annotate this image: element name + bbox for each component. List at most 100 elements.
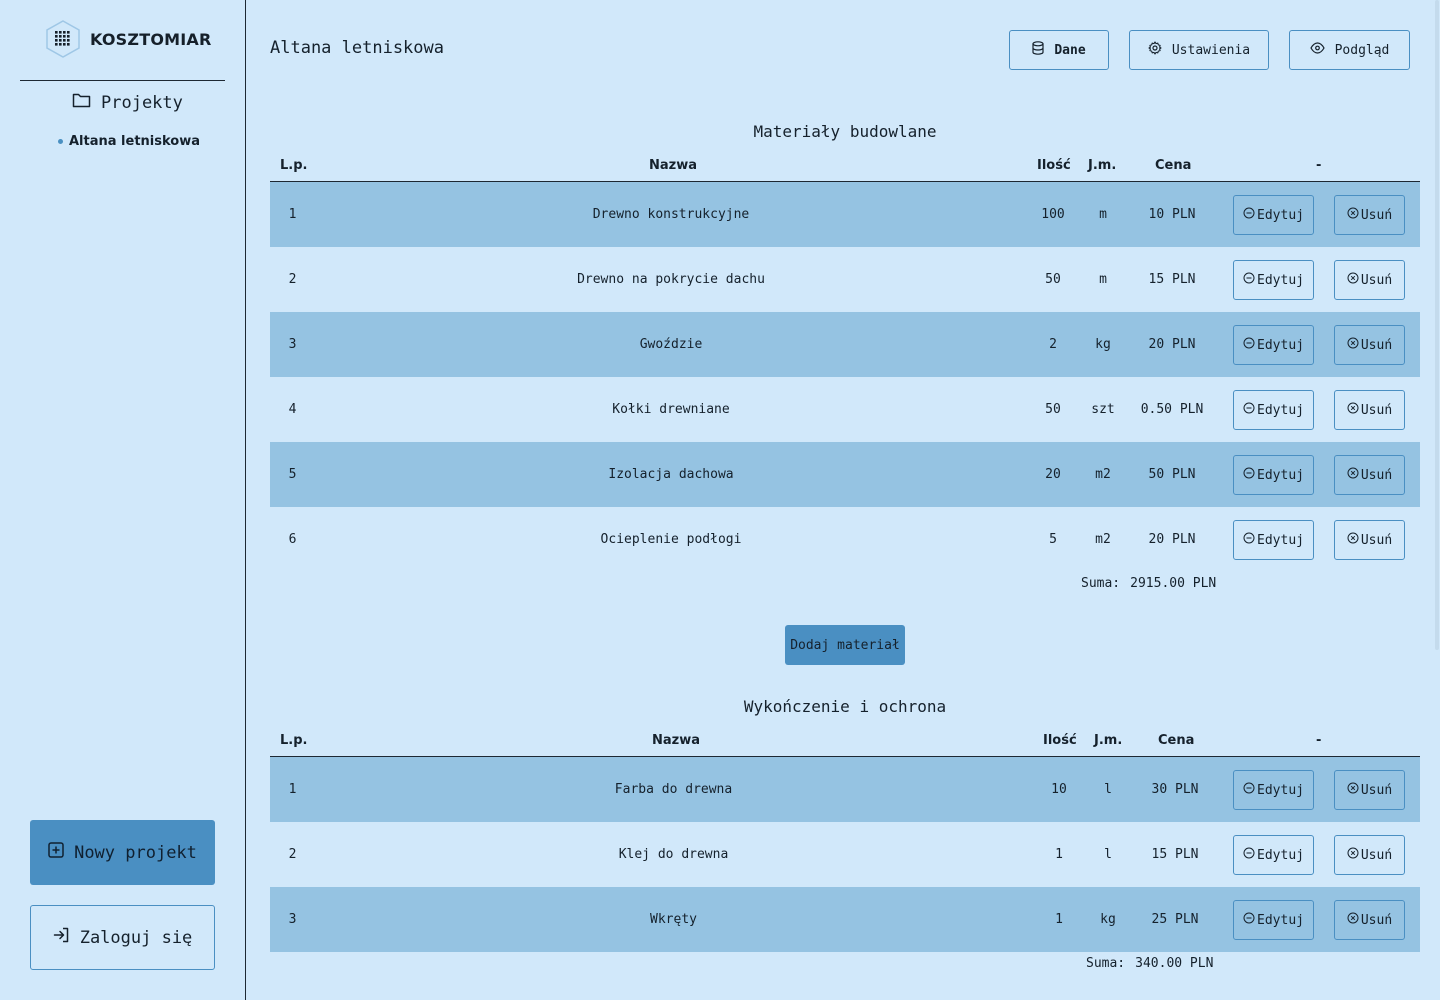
settings-button[interactable]: Ustawienia <box>1129 30 1269 70</box>
sum-label: Suma: <box>1086 956 1126 971</box>
section-title-materials: Materiały budowlane <box>753 122 937 141</box>
close-circle-icon <box>1347 402 1359 418</box>
cell-price: 20 PLN <box>1148 337 1196 352</box>
new-project-label: Nowy projekt <box>74 842 197 863</box>
edit-button[interactable]: Edytuj <box>1233 770 1314 810</box>
edit-button[interactable]: Edytuj <box>1233 195 1314 235</box>
edit-button[interactable]: Edytuj <box>1233 260 1314 300</box>
cell-qty: 10 <box>1051 782 1067 797</box>
edit-button[interactable]: Edytuj <box>1233 900 1314 940</box>
header-lp: L.p. <box>280 158 308 173</box>
edit-label: Edytuj <box>1257 337 1304 353</box>
cell-lp: 2 <box>288 847 297 862</box>
edit-label: Edytuj <box>1257 272 1304 288</box>
cell-unit: szt <box>1091 402 1115 417</box>
delete-label: Usuń <box>1360 402 1393 418</box>
sidebar-item-projects[interactable]: Projekty <box>72 92 183 113</box>
cell-price: 10 PLN <box>1148 207 1196 222</box>
cell-lp: 3 <box>288 337 297 352</box>
sidebar-item-label: Projekty <box>101 92 183 113</box>
edit-button[interactable]: Edytuj <box>1233 455 1314 495</box>
scrollbar[interactable] <box>1434 0 1440 1000</box>
cell-qty: 50 <box>1045 272 1061 287</box>
delete-button[interactable]: Usuń <box>1334 260 1405 300</box>
bullet-icon <box>58 139 63 144</box>
cell-unit: l <box>1104 847 1112 862</box>
edit-label: Edytuj <box>1257 912 1304 928</box>
cell-unit: m2 <box>1095 532 1111 547</box>
folder-icon <box>72 92 91 113</box>
table-row: 2 Klej do drewna 1 l 15 PLN Edytuj Usuń <box>270 822 1420 887</box>
cell-qty: 20 <box>1045 467 1061 482</box>
close-circle-icon <box>1347 272 1359 288</box>
scrollbar-thumb[interactable] <box>1435 0 1439 650</box>
sidebar: KOSZTOMIAR Projekty Altana letniskowa No… <box>0 0 246 1000</box>
cell-lp: 1 <box>288 782 297 797</box>
delete-button[interactable]: Usuń <box>1334 900 1405 940</box>
database-icon <box>1032 41 1044 59</box>
delete-label: Usuń <box>1360 782 1393 798</box>
delete-button[interactable]: Usuń <box>1334 455 1405 495</box>
preview-button[interactable]: Podgląd <box>1289 30 1410 70</box>
data-button-label: Dane <box>1054 42 1086 58</box>
table-row: 2 Drewno na pokrycie dachu 50 m 15 PLN E… <box>270 247 1420 312</box>
edit-circle-icon <box>1243 912 1255 928</box>
cell-name: Ocieplenie podłogi <box>600 532 742 547</box>
delete-label: Usuń <box>1360 467 1393 483</box>
delete-button[interactable]: Usuń <box>1334 195 1405 235</box>
close-circle-icon <box>1347 207 1359 223</box>
new-project-button[interactable]: Nowy projekt <box>30 820 215 885</box>
grid-hexagon-icon <box>44 20 82 58</box>
edit-button[interactable]: Edytuj <box>1233 390 1314 430</box>
edit-button[interactable]: Edytuj <box>1233 325 1314 365</box>
cell-qty: 1 <box>1055 847 1063 862</box>
edit-button[interactable]: Edytuj <box>1233 835 1314 875</box>
sidebar-divider <box>20 80 225 81</box>
edit-circle-icon <box>1243 207 1255 223</box>
cell-unit: kg <box>1095 337 1111 352</box>
edit-circle-icon <box>1243 532 1255 548</box>
edit-circle-icon <box>1243 337 1255 353</box>
sum-value: 2915.00 PLN <box>1130 576 1217 591</box>
edit-label: Edytuj <box>1257 847 1304 863</box>
header-price: Cena <box>1155 158 1192 173</box>
header-unit: J.m. <box>1088 158 1117 173</box>
delete-label: Usuń <box>1360 207 1393 223</box>
table-row: 3 Wkręty 1 kg 25 PLN Edytuj Usuń <box>270 887 1420 952</box>
cell-lp: 5 <box>288 467 297 482</box>
delete-label: Usuń <box>1360 272 1393 288</box>
edit-button[interactable]: Edytuj <box>1233 520 1314 560</box>
cell-qty: 5 <box>1049 532 1057 547</box>
login-button[interactable]: Zaloguj się <box>30 905 215 970</box>
delete-button[interactable]: Usuń <box>1334 325 1405 365</box>
table-header: L.p. Nazwa Ilość J.m. Cena - <box>270 158 1420 182</box>
cell-name: Klej do drewna <box>618 847 729 862</box>
delete-button[interactable]: Usuń <box>1334 520 1405 560</box>
settings-button-label: Ustawienia <box>1171 42 1251 58</box>
delete-button[interactable]: Usuń <box>1334 390 1405 430</box>
gear-icon <box>1148 41 1162 59</box>
login-icon <box>53 927 70 948</box>
cell-name: Kołki drewniane <box>612 402 730 417</box>
delete-button[interactable]: Usuń <box>1334 835 1405 875</box>
delete-button[interactable]: Usuń <box>1334 770 1405 810</box>
header-unit: J.m. <box>1094 733 1123 748</box>
header-price: Cena <box>1158 733 1195 748</box>
edit-circle-icon <box>1243 272 1255 288</box>
cell-name: Izolacja dachowa <box>608 467 734 482</box>
header-name: Nazwa <box>649 158 698 173</box>
cell-lp: 6 <box>288 532 297 547</box>
close-circle-icon <box>1347 847 1359 863</box>
edit-label: Edytuj <box>1257 207 1304 223</box>
data-button[interactable]: Dane <box>1009 30 1109 70</box>
brand-logo[interactable]: KOSZTOMIAR <box>44 20 212 58</box>
sidebar-project-item[interactable]: Altana letniskowa <box>58 134 200 149</box>
table-row: 1 Farba do drewna 10 l 30 PLN Edytuj Usu… <box>270 757 1420 822</box>
cell-lp: 1 <box>288 207 297 222</box>
add-material-button[interactable]: Dodaj materiał <box>785 625 905 665</box>
edit-label: Edytuj <box>1257 532 1304 548</box>
cell-name: Gwoździe <box>639 337 703 352</box>
header-actions: - <box>1316 733 1322 748</box>
page-title: Altana letniskowa <box>270 38 444 58</box>
table-header: L.p. Nazwa Ilość J.m. Cena - <box>270 733 1420 757</box>
